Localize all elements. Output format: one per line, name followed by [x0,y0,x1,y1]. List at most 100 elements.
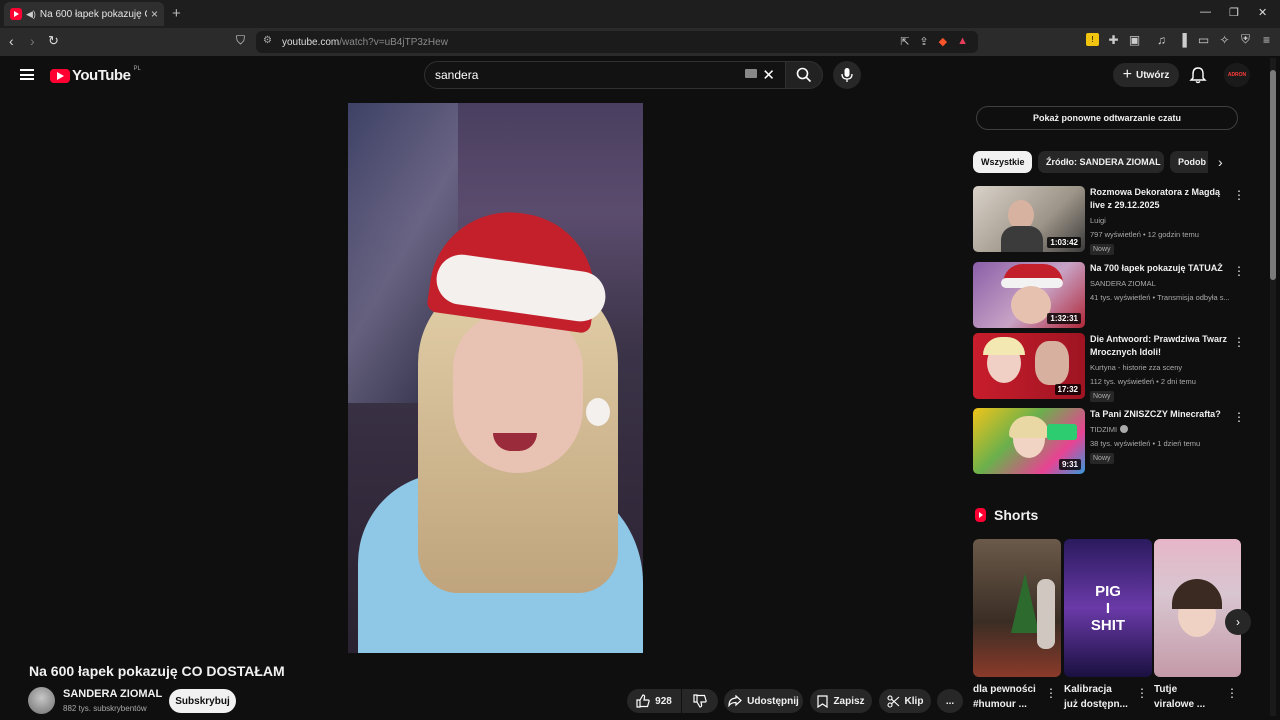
hamburger-menu-icon[interactable] [20,69,34,80]
rec-channel[interactable]: TIDZIMI [1090,425,1129,434]
shorts-next-button[interactable]: › [1225,609,1251,635]
more-vertical-icon[interactable]: ⋮ [1233,410,1245,424]
rec-title[interactable]: Na 700 łapek pokazuję TATUAŻ [1090,262,1228,275]
notifications-bell-icon[interactable] [1189,66,1207,84]
short-title[interactable]: dla pewności #humour ... [973,682,1045,712]
bookmark-icon[interactable]: ⛉ [236,33,245,48]
channel-name[interactable]: SANDERA ZIOMAL [63,688,162,700]
voice-search-button[interactable] [833,61,861,89]
rec-title[interactable]: Die Antwoord: Prawdziwa Twarz Mrocznych … [1090,333,1228,359]
new-tab-button[interactable]: + [172,5,181,22]
short-thumbnail[interactable] [973,539,1061,677]
recommendation-item[interactable]: 17:32 Die Antwoord: Prawdziwa Twarz Mroc… [973,333,1245,402]
channel-avatar[interactable] [28,687,55,714]
tab-title: Na 600 łapek pokazuję CO DO [39,8,147,20]
rec-channel[interactable]: SANDERA ZIOMAL [1090,279,1156,288]
back-icon[interactable]: ‹ [9,33,14,49]
puzzle-icon[interactable]: ✚ [1107,33,1120,47]
vpn-icon[interactable]: ⛨ [1239,32,1252,46]
rec-meta: 38 tys. wyświetleń • 1 dzień temu [1090,439,1201,448]
leo-icon[interactable]: ✧ [1218,33,1231,47]
share-button[interactable]: Udostępnij [724,689,803,713]
thumbs-up-icon [636,694,650,708]
show-chat-replay-button[interactable]: Pokaż ponowne odtwarzanie czatu [976,106,1238,130]
short-thumbnail[interactable] [1154,539,1241,677]
site-info-icon[interactable]: ⚙ [263,35,272,46]
rec-title[interactable]: Rozmowa Dekoratora z Magdą live z 29.12.… [1090,186,1228,212]
keyboard-icon[interactable] [745,69,757,78]
music-icon[interactable]: ♫ [1155,33,1168,47]
save-button[interactable]: Zapisz [810,689,872,713]
more-vertical-icon[interactable]: ⋮ [1233,188,1245,202]
youtube-favicon-icon [10,8,22,20]
more-vertical-icon[interactable]: ⋮ [1233,335,1245,349]
like-button[interactable]: 928 [627,689,681,713]
account-avatar[interactable]: ADRON [1224,63,1250,87]
sidebar-icon[interactable]: ▐ [1176,33,1189,47]
verified-check-icon [1120,425,1129,433]
forward-icon[interactable]: › [30,33,35,49]
recommendation-item[interactable]: 9:31 Ta Pani ZNISZCZY Minecrafta? TIDZIM… [973,408,1245,474]
rec-title[interactable]: Ta Pani ZNISZCZY Minecrafta? [1090,408,1228,421]
chip-all[interactable]: Wszystkie [973,151,1032,173]
recommendation-item[interactable]: 1:03:42 Rozmowa Dekoratora z Magdą live … [973,186,1245,255]
shorts-icon [975,508,986,522]
speaker-icon[interactable]: ◀) [26,9,36,20]
more-vertical-icon[interactable]: ⋮ [1136,686,1148,700]
search-button[interactable] [785,61,823,89]
open-external-icon[interactable]: ⇱ [900,35,909,48]
close-tab-icon[interactable]: × [151,7,158,21]
more-actions-button[interactable]: ... [937,689,963,713]
screenshot-icon[interactable]: ▣ [1128,33,1141,47]
microphone-icon [841,68,853,82]
shorts-heading: Shorts [975,507,1038,523]
video-thumbnail[interactable]: 9:31 [973,408,1085,474]
video-title: Na 600 łapek pokazuję CO DOSTAŁAM [29,663,285,679]
clear-search-icon[interactable]: ✕ [762,66,775,84]
chevron-right-icon[interactable]: › [1218,154,1223,170]
short-title[interactable]: Kalibracja już dostępn... [1064,682,1136,712]
more-vertical-icon[interactable]: ⋮ [1226,686,1238,700]
brave-rewards-icon[interactable]: ▲ [957,35,968,48]
recommendation-item[interactable]: 1:32:31 Na 700 łapek pokazuję TATUAŻ SAN… [973,262,1245,328]
dislike-button[interactable] [682,689,718,713]
more-vertical-icon[interactable]: ⋮ [1045,686,1057,700]
share-page-icon[interactable]: ⇪ [919,35,928,48]
share-icon [728,695,743,707]
new-badge: Nowy [1090,244,1114,255]
subscriber-count: 882 tys. subskrybentów [63,704,147,713]
rec-channel[interactable]: Kurtyna - historie zza sceny [1090,363,1182,372]
brave-shields-icon[interactable]: ◆ [939,35,947,48]
short-title[interactable]: Tutje viralowe ... [1154,682,1226,712]
url-domain: youtube.com [282,36,340,48]
save-label: Zapisz [833,695,865,707]
video-thumbnail[interactable]: 1:32:31 [973,262,1085,328]
close-window-icon[interactable]: ✕ [1258,6,1267,19]
video-player[interactable] [348,103,643,653]
search-input[interactable]: sandera ✕ [424,61,786,89]
like-count: 928 [655,695,672,707]
chip-source[interactable]: Źródło: SANDERA ZIOMAL [1038,151,1164,173]
subscribe-button[interactable]: Subskrybuj [169,689,236,713]
video-thumbnail[interactable]: 1:03:42 [973,186,1085,252]
more-vertical-icon[interactable]: ⋮ [1233,264,1245,278]
menu-icon[interactable]: ≡ [1260,33,1273,47]
video-thumbnail[interactable]: 17:32 [973,333,1085,399]
youtube-logo[interactable]: YouTube PL [50,66,141,84]
extension-icon[interactable]: ! [1086,33,1099,46]
rec-channel[interactable]: Luigi [1090,216,1106,225]
scrollbar-thumb[interactable] [1270,70,1276,280]
address-bar[interactable]: ⚙ youtube.com/watch?v=uB4jTP3zHew ⇱ ⇪ ◆ … [256,31,978,53]
clip-button[interactable]: Klip [879,689,931,713]
wallet-icon[interactable]: ▭ [1197,33,1210,47]
thumbs-down-icon [693,694,707,708]
minimize-icon[interactable]: — [1200,6,1211,18]
duration-badge: 17:32 [1054,384,1081,395]
reload-icon[interactable]: ↻ [48,33,59,49]
browser-tab[interactable]: ◀) Na 600 łapek pokazuję CO DO × [4,2,164,26]
avatar-text: ADRON [1227,72,1247,78]
restore-icon[interactable]: ❐ [1229,6,1239,19]
short-thumbnail[interactable]: PIG I SHIT [1064,539,1152,677]
create-button[interactable]: + Utwórz [1113,63,1179,87]
chip-similar[interactable]: Podob [1170,151,1208,173]
